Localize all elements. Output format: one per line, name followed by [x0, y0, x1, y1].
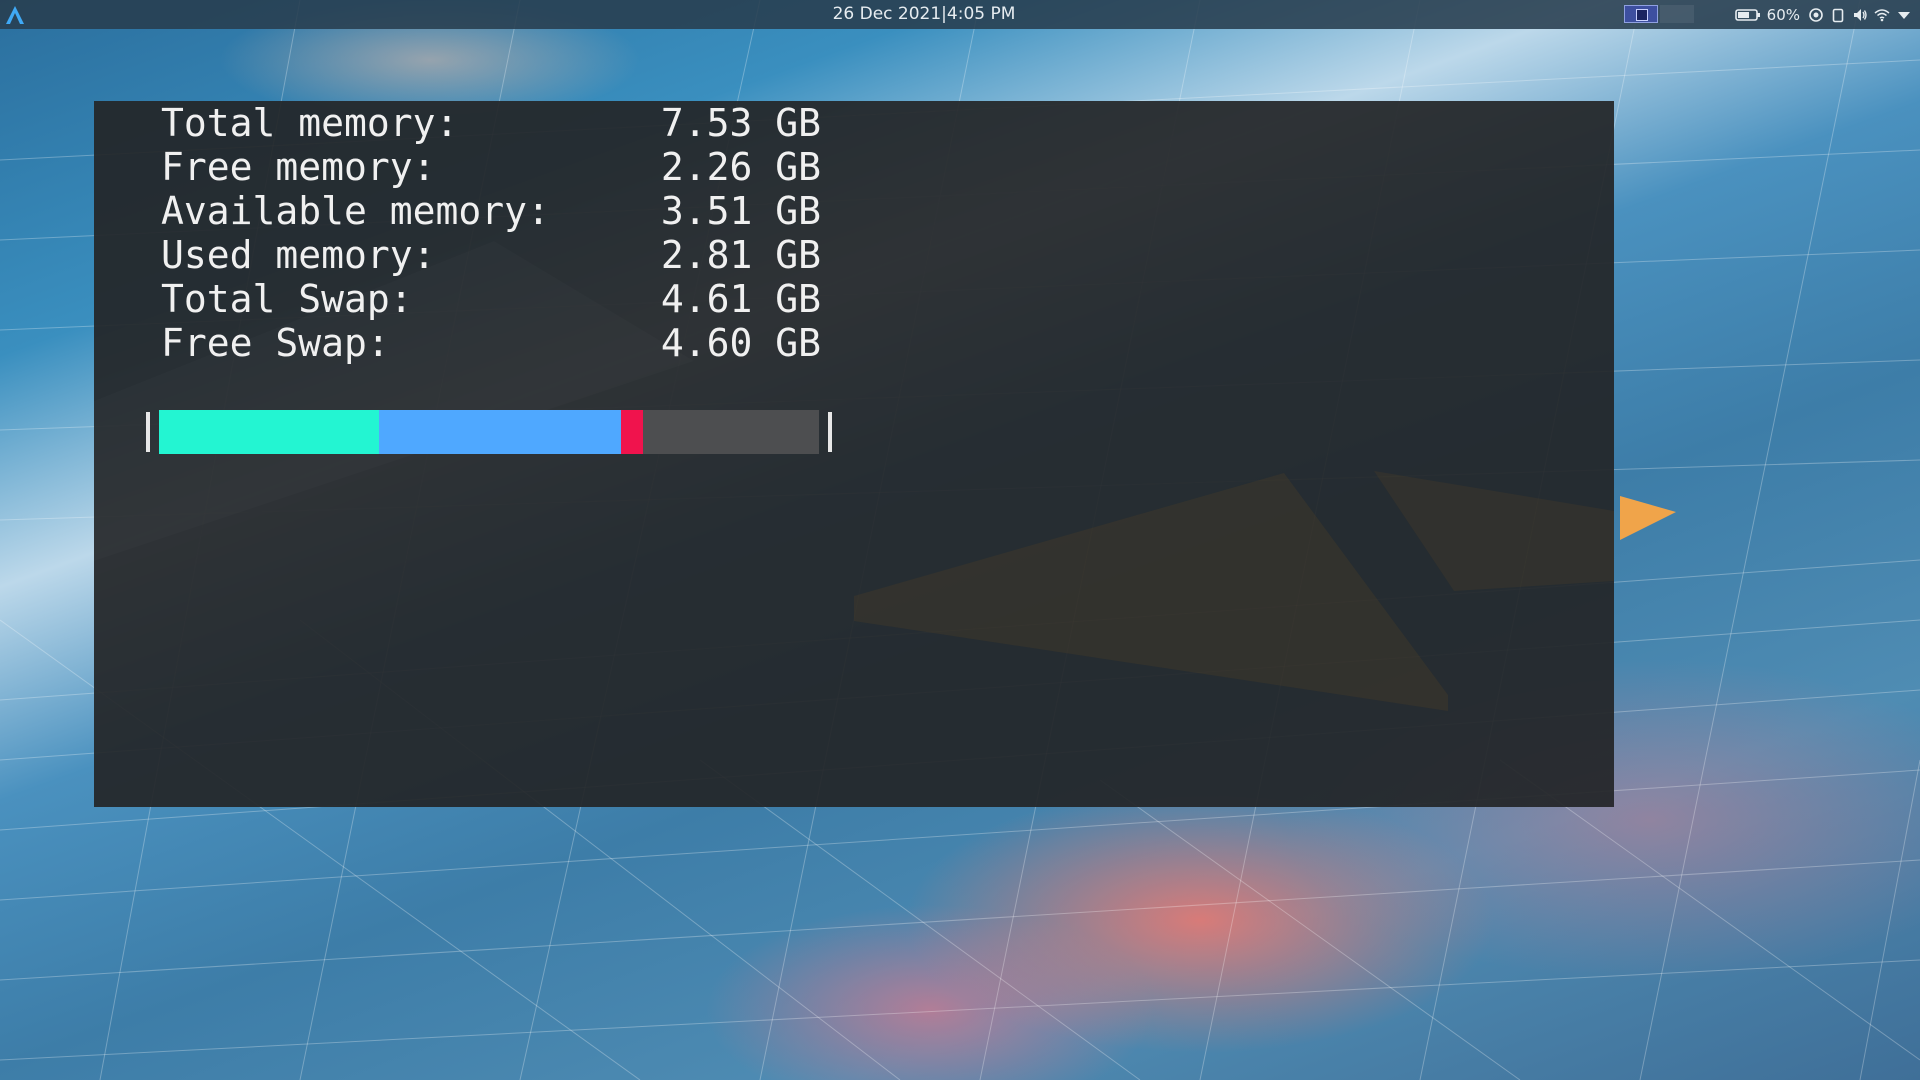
system-tray: 60%: [1734, 4, 1912, 26]
memory-label: Total memory:: [161, 101, 459, 145]
memory-label: Free Swap:: [161, 321, 390, 365]
memory-label: Used memory:: [161, 233, 436, 277]
memory-value: 7.53 GB: [660, 101, 821, 145]
memory-row-total-swap: Total Swap: 4.61 GB: [161, 277, 821, 321]
memory-row-available: Available memory: 3.51 GB: [161, 189, 821, 233]
workspace-indicator[interactable]: [1624, 5, 1658, 23]
terminal-window[interactable]: Total memory: 7.53 GB Free memory: 2.26 …: [94, 101, 1614, 807]
memory-value: 2.81 GB: [660, 233, 821, 277]
memory-label: Free memory:: [161, 145, 436, 189]
memory-usage-bar: [146, 410, 832, 454]
battery-icon[interactable]: [1734, 7, 1761, 23]
bar-segment-cached: [378, 410, 621, 454]
memory-value: 4.61 GB: [660, 277, 821, 321]
memory-row-total: Total memory: 7.53 GB: [161, 101, 821, 145]
memory-bar-track: [159, 410, 819, 454]
memory-row-used: Used memory: 2.81 GB: [161, 233, 821, 277]
memory-row-free: Free memory: 2.26 GB: [161, 145, 821, 189]
bar-left-edge: [146, 412, 150, 452]
battery-percentage[interactable]: 60%: [1767, 6, 1800, 24]
memory-value: 3.51 GB: [660, 189, 821, 233]
clock[interactable]: 26 Dec 2021|4:05 PM: [0, 4, 1848, 24]
night-light-icon[interactable]: [1808, 7, 1824, 23]
memory-table: Total memory: 7.53 GB Free memory: 2.26 …: [161, 101, 821, 365]
memory-label: Available memory:: [161, 189, 550, 233]
workspace-slot[interactable]: [1660, 5, 1694, 23]
bar-segment-free: [643, 410, 819, 454]
memory-row-free-swap: Free Swap: 4.60 GB: [161, 321, 821, 365]
wifi-icon[interactable]: [1874, 7, 1890, 23]
chevron-down-icon[interactable]: [1896, 7, 1912, 23]
bar-segment-swap: [620, 410, 644, 454]
memory-label: Total Swap:: [161, 277, 413, 321]
bar-segment-used: [159, 410, 379, 454]
top-panel: 26 Dec 2021|4:05 PM 60%: [0, 0, 1920, 29]
volume-icon[interactable]: [1852, 7, 1868, 23]
clipboard-icon[interactable]: [1830, 7, 1846, 23]
memory-value: 2.26 GB: [660, 145, 821, 189]
memory-value: 4.60 GB: [660, 321, 821, 365]
bar-right-edge: [828, 412, 832, 452]
